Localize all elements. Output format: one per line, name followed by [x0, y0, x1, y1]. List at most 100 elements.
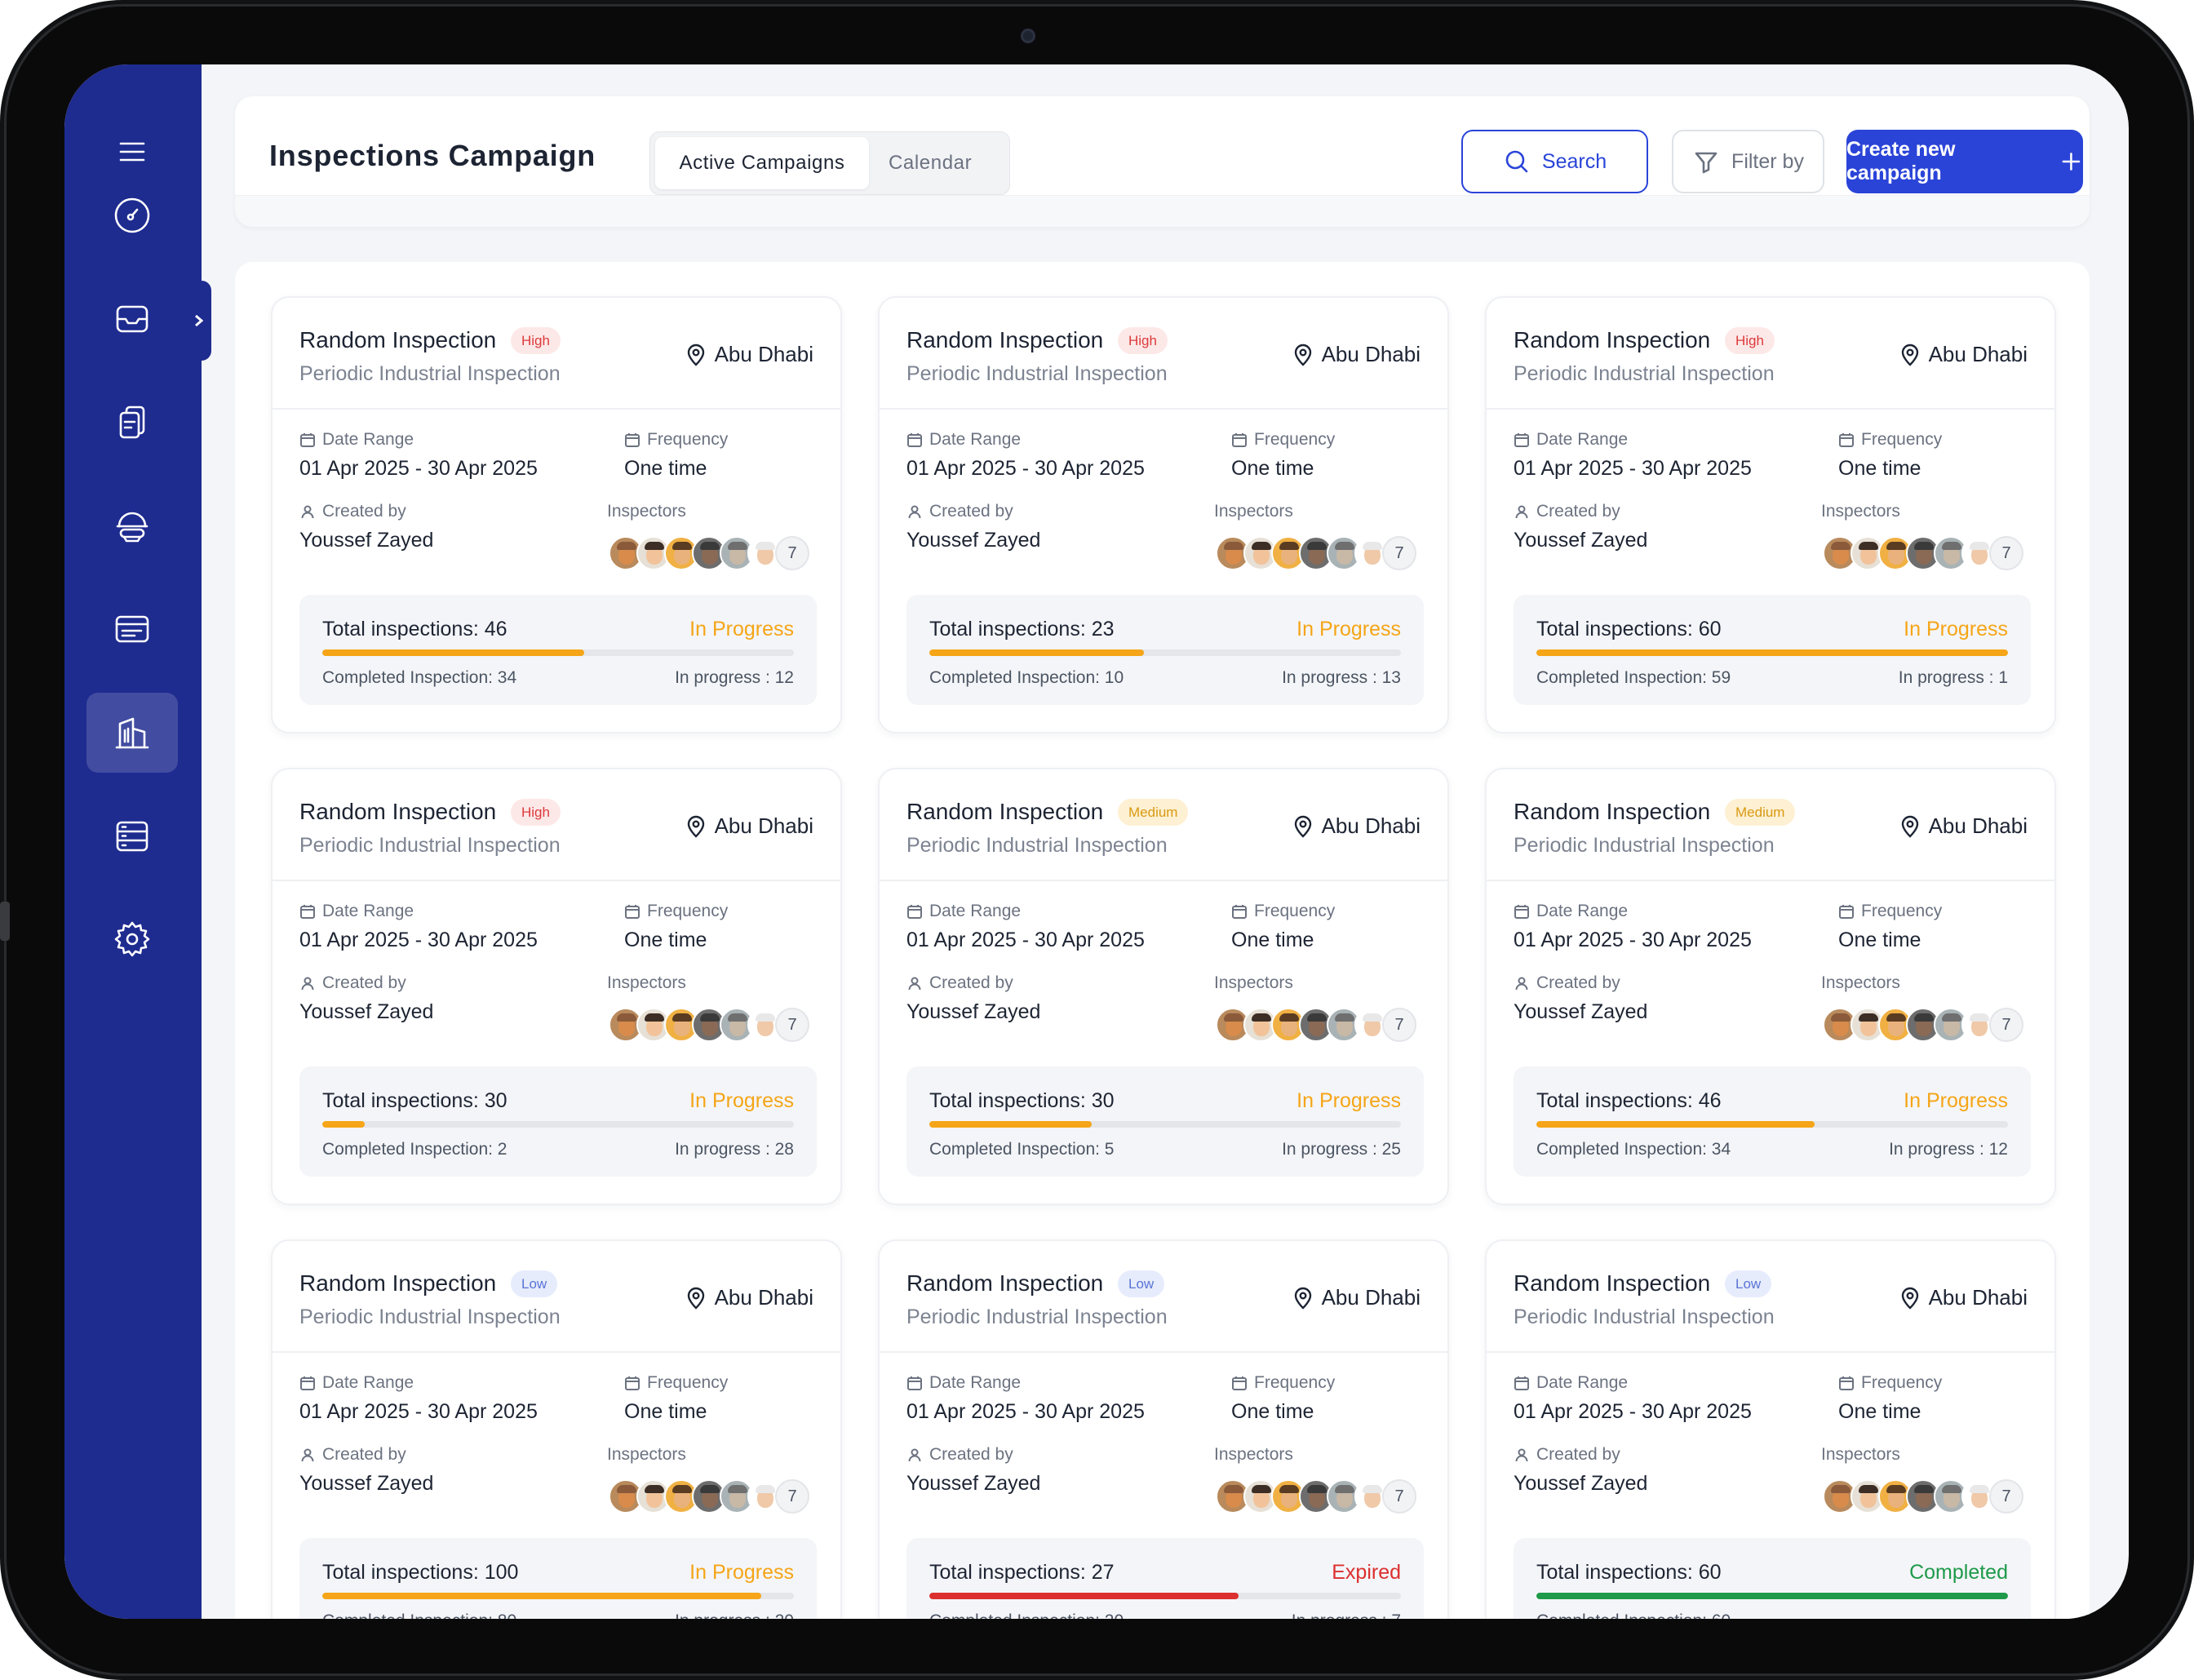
priority-badge: Low: [1118, 1270, 1165, 1297]
create-campaign-button[interactable]: Create new campaign: [1846, 130, 2083, 193]
building-icon[interactable]: [86, 693, 178, 773]
campaign-subtitle: Periodic Industrial Inspection: [906, 1305, 1168, 1328]
avatar-hair: [756, 542, 775, 550]
inspector-avatars[interactable]: 7: [609, 536, 809, 570]
card-header: Random Inspection Low Periodic Industria…: [1487, 1241, 2054, 1353]
progress-bar: [1536, 649, 2008, 656]
inspector-avatars[interactable]: 7: [1216, 1008, 1416, 1042]
inspector-avatars[interactable]: 7: [1823, 536, 2023, 570]
campaign-card[interactable]: Random Inspection High Periodic Industri…: [271, 768, 842, 1205]
inspector-avatars[interactable]: 7: [609, 1008, 809, 1042]
status-label: In Progress: [1904, 1089, 2008, 1112]
tab-active-campaigns[interactable]: Active Campaigns: [655, 137, 869, 189]
total-inspections: Total inspections: 100: [322, 1561, 519, 1584]
avatar-hair: [617, 1485, 636, 1493]
campaign-grid: Random Inspection High Periodic Industri…: [235, 262, 2090, 1619]
campaign-card[interactable]: Random Inspection Low Periodic Industria…: [271, 1239, 842, 1619]
location-label: Abu Dhabi: [714, 1285, 813, 1310]
server-table-icon[interactable]: [86, 796, 178, 876]
page-title: Inspections Campaign: [269, 139, 596, 172]
priority-badge: Medium: [1118, 799, 1189, 826]
calendar-icon: [907, 433, 922, 447]
inspectors-label: Inspectors: [1821, 502, 1900, 521]
frequency-value: One time: [1231, 929, 1314, 951]
inspector-avatars[interactable]: 7: [1216, 1479, 1416, 1514]
campaign-card[interactable]: Random Inspection High Periodic Industri…: [271, 296, 842, 734]
search-button[interactable]: Search: [1461, 130, 1648, 193]
date-range-value: 01 Apr 2025 - 30 Apr 2025: [906, 457, 1145, 480]
chevron-right-icon: [195, 314, 204, 327]
completed-count: Completed Inspection: 34: [1536, 1140, 1731, 1159]
settings-gear-icon[interactable]: [86, 899, 178, 979]
campaign-location: Abu Dhabi: [1292, 813, 1421, 839]
inspector-count-badge: 7: [1382, 536, 1416, 570]
dashboard-gauge-icon[interactable]: [86, 175, 178, 255]
avatar-hair: [1914, 1485, 1934, 1493]
date-range-value: 01 Apr 2025 - 30 Apr 2025: [1514, 1400, 1752, 1423]
card-header: Random Inspection High Periodic Industri…: [273, 769, 840, 881]
sidebar-expand-button[interactable]: [187, 281, 211, 361]
progress-summary: Total inspections: 30 In Progress Comple…: [299, 1066, 817, 1177]
user-icon: [301, 977, 314, 991]
avatar-hair: [672, 1013, 692, 1022]
user-icon: [908, 977, 921, 991]
inspectors-label: Inspectors: [1214, 1445, 1293, 1464]
inspector-avatars[interactable]: 7: [609, 1479, 809, 1514]
campaign-title: Random Inspection: [906, 1270, 1104, 1296]
inspectors-label: Inspectors: [1214, 502, 1293, 521]
avatar-hair: [1886, 1013, 1906, 1022]
progress-summary: Total inspections: 23 In Progress Comple…: [906, 595, 1424, 705]
frequency-label: Frequency: [1254, 430, 1336, 449]
card-list-icon[interactable]: [86, 589, 178, 669]
campaign-card[interactable]: Random Inspection High Periodic Industri…: [878, 296, 1449, 734]
campaign-title: Random Inspection: [1514, 327, 1711, 352]
inspector-avatars[interactable]: 7: [1216, 536, 1416, 570]
campaign-card[interactable]: Random Inspection Medium Periodic Indust…: [878, 768, 1449, 1205]
completed-count: Completed Inspection: 10: [929, 668, 1124, 687]
frequency-value: One time: [1838, 457, 1921, 480]
campaign-card[interactable]: Random Inspection Low Periodic Industria…: [1485, 1239, 2056, 1619]
filter-button[interactable]: Filter by: [1672, 130, 1824, 193]
campaign-title: Random Inspection: [1514, 1270, 1711, 1296]
campaign-title: Random Inspection: [299, 327, 497, 352]
documents-icon[interactable]: [86, 383, 178, 463]
location-pin-icon: [1294, 815, 1311, 838]
created-by-value: Youssef Zayed: [299, 1472, 434, 1495]
inspector-helmet-icon[interactable]: [86, 486, 178, 566]
frequency-value: One time: [624, 457, 707, 480]
avatar-hair: [1970, 542, 1989, 550]
campaign-card[interactable]: Random Inspection Low Periodic Industria…: [878, 1239, 1449, 1619]
avatar-hair: [1307, 1013, 1327, 1022]
frequency-label: Frequency: [647, 902, 729, 920]
search-icon: [1505, 150, 1528, 173]
avatar-hair: [1224, 1485, 1243, 1493]
frequency-label: Frequency: [647, 430, 729, 449]
inspector-avatars[interactable]: 7: [1823, 1479, 2023, 1514]
inbox-icon[interactable]: [86, 279, 178, 359]
inspector-avatars[interactable]: 7: [1823, 1008, 2023, 1042]
date-range-value: 01 Apr 2025 - 30 Apr 2025: [1514, 929, 1752, 951]
campaign-card[interactable]: Random Inspection High Periodic Industri…: [1485, 296, 2056, 734]
user-icon: [301, 1448, 314, 1462]
avatar-hair: [1831, 1013, 1850, 1022]
status-label: In Progress: [689, 1561, 794, 1584]
completed-count: Completed Inspection: 5: [929, 1140, 1115, 1159]
created-by-value: Youssef Zayed: [906, 529, 1041, 552]
campaign-subtitle: Periodic Industrial Inspection: [1514, 1305, 1775, 1328]
tab-calendar[interactable]: Calendar: [869, 137, 991, 189]
progress-bar-fill: [322, 1593, 761, 1599]
avatar-hair: [1859, 1485, 1878, 1493]
calendar-icon: [300, 905, 315, 919]
progress-bar-fill: [929, 1121, 1093, 1128]
created-by-label-row: Created by: [906, 502, 1013, 521]
avatar-hair: [1942, 542, 1961, 550]
progress-summary: Total inspections: 46 In Progress Comple…: [299, 595, 817, 705]
total-inspections: Total inspections: 60: [1536, 1561, 1722, 1584]
calendar-icon: [625, 1376, 640, 1390]
created-by-label-row: Created by: [299, 973, 406, 993]
created-by-value: Youssef Zayed: [1514, 1000, 1648, 1023]
campaign-card[interactable]: Random Inspection Medium Periodic Indust…: [1485, 768, 2056, 1205]
inspectors-label: Inspectors: [607, 1445, 686, 1464]
filter-button-label: Filter by: [1731, 149, 1804, 173]
created-by-label: Created by: [929, 502, 1013, 521]
